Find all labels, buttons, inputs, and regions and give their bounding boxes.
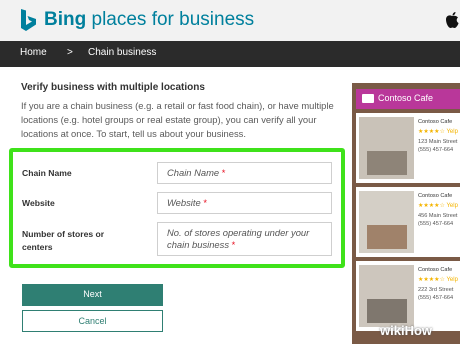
website-input[interactable]: Website * [157, 192, 332, 214]
preview-listing: Contoso Cafe ★★★★☆ Yelp 123 Main Street … [356, 113, 460, 183]
store-count-label: Number of stores or centers [22, 229, 105, 252]
brand-title[interactable]: Bing places for business [44, 9, 254, 31]
breadcrumb: Home > Chain business [0, 41, 460, 67]
chain-name-input[interactable]: Chain Name * [157, 162, 332, 184]
brand-bold: Bing [44, 9, 87, 30]
website-required-mark: * [203, 197, 207, 208]
listing-rating: ★★★★☆ Yelp [418, 277, 458, 283]
store-count-input[interactable]: No. of stores operating under your chain… [157, 222, 332, 256]
store-count-placeholder: No. of stores operating under your chain… [167, 227, 310, 250]
store-count-required-mark: * [231, 239, 236, 250]
website-placeholder: Website [167, 197, 201, 208]
preview-listing: Contoso Cafe ★★★★☆ Yelp 222 3rd Street (… [356, 261, 460, 331]
cancel-button[interactable]: Cancel [22, 310, 163, 332]
listing-phone: (555) 457-664 [418, 221, 454, 227]
chain-name-required-mark: * [221, 167, 226, 178]
listing-name: Contoso Cafe [418, 267, 453, 273]
apple-icon[interactable] [444, 11, 460, 29]
listing-photo [359, 191, 414, 253]
listing-name: Contoso Cafe [418, 119, 453, 125]
wikihow-watermark: wikiHow [380, 323, 433, 338]
page-title: Verify business with multiple locations [21, 82, 205, 93]
cafe-icon [362, 94, 374, 103]
listing-photo-detail [367, 151, 407, 175]
listing-name: Contoso Cafe [418, 193, 453, 199]
listing-rating: ★★★★☆ Yelp [418, 203, 458, 209]
preview-banner: Contoso Cafe [356, 89, 460, 109]
website-label: Website [22, 198, 55, 208]
breadcrumb-separator: > [67, 47, 73, 58]
listing-photo-detail [367, 299, 407, 323]
listing-photo [359, 117, 414, 179]
listing-photo-detail [367, 225, 407, 249]
chain-name-placeholder: Chain Name [167, 167, 220, 178]
listing-phone: (555) 457-664 [418, 147, 454, 153]
preview-listing: Contoso Cafe ★★★★☆ Yelp 456 Main Street … [356, 187, 460, 257]
listing-address: 222 3rd Street [418, 287, 454, 293]
preview-title: Contoso Cafe [378, 93, 434, 103]
breadcrumb-current: Chain business [88, 47, 157, 58]
page-description: If you are a chain business (e.g. a reta… [21, 100, 334, 139]
header-bar: Bing places for business [0, 0, 460, 41]
listing-photo [359, 265, 414, 327]
listing-rating: ★★★★☆ Yelp [418, 129, 458, 135]
listing-preview-panel: Contoso Cafe Contoso Cafe ★★★★☆ Yelp 123… [352, 83, 460, 344]
listing-phone: (555) 457-664 [418, 295, 454, 301]
brand-rest: places for business [86, 9, 255, 30]
next-button[interactable]: Next [22, 284, 163, 306]
breadcrumb-home-link[interactable]: Home [20, 47, 47, 58]
listing-address: 456 Main Street [418, 213, 458, 219]
listing-address: 123 Main Street [418, 139, 458, 145]
chain-name-label: Chain Name [22, 168, 72, 178]
bing-logo-icon[interactable] [20, 8, 37, 33]
